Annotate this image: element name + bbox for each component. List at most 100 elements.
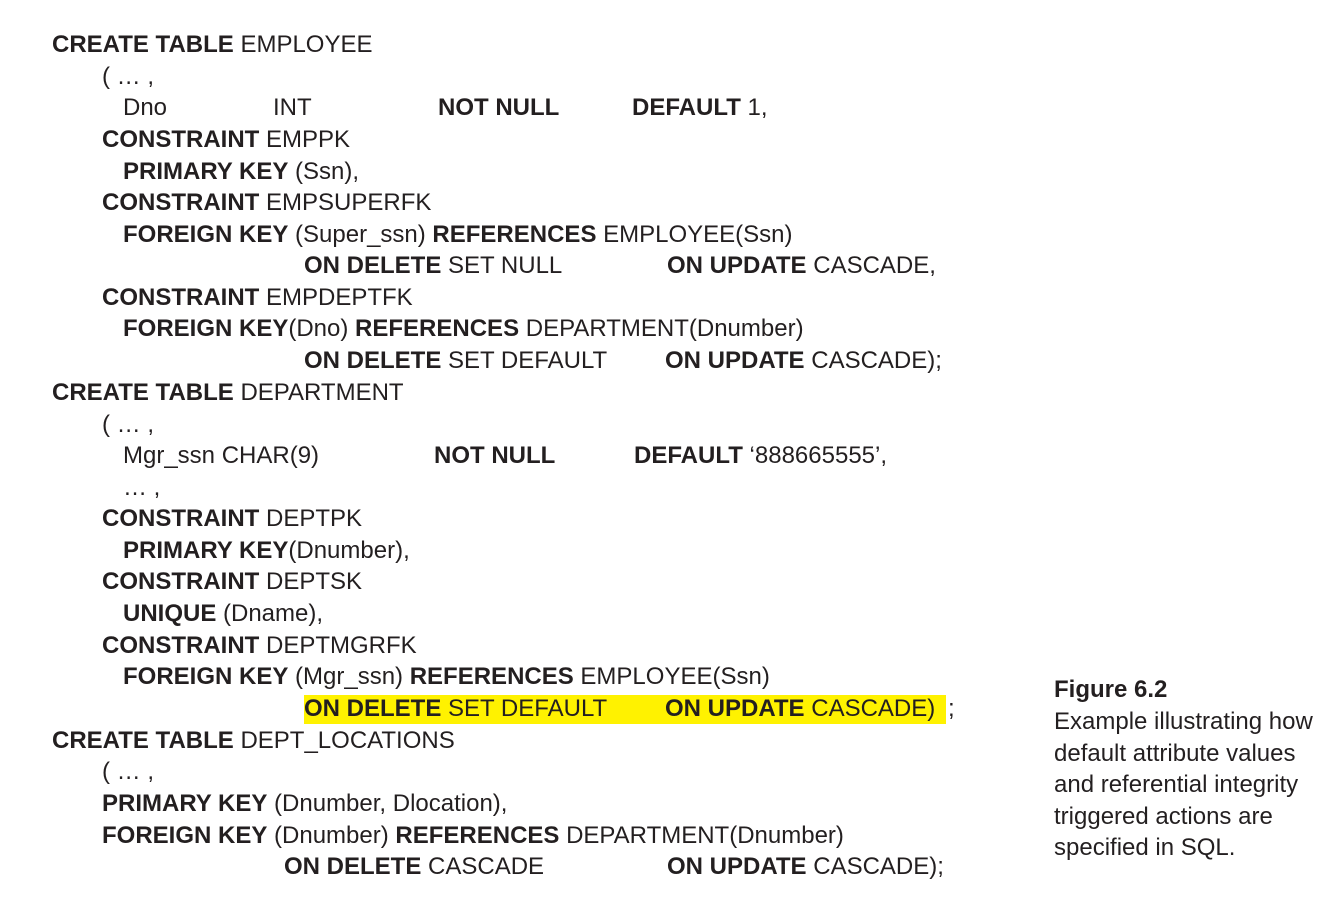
sql-keyword: CONSTRAINT [102,568,260,595]
referenced-table: DEPARTMENT(Dnumber) [519,315,804,342]
default-keyword: DEFAULT [632,94,741,121]
key-columns: (Dno) [288,315,356,342]
code-line-foreign-key-mgr-ssn: FOREIGN KEY (Mgr_ssn) REFERENCES EMPLOYE… [123,663,770,691]
sql-keyword: REFERENCES [395,822,560,849]
column-name: Dno [123,94,168,121]
referenced-table: DEPARTMENT(Dnumber) [559,822,844,849]
figure-caption: Figure 6.2 Example illustrating how defa… [1054,674,1314,864]
on-update-clause: ON UPDATE CASCADE, [667,252,936,280]
sql-keyword: CONSTRAINT [102,632,260,659]
code-line-ellipsis: ( … , [102,63,154,91]
code-line-ellipsis: ( … , [102,758,154,786]
code-line-constraint-emppk: CONSTRAINT EMPPK [102,126,350,154]
column-type: INT [273,94,312,121]
key-columns: (Mgr_ssn) [288,663,410,690]
sql-keyword: CREATE TABLE [52,379,234,406]
code-line-ellipsis: … , [123,474,160,502]
code-line-create-department: CREATE TABLE DEPARTMENT [52,379,404,407]
ellipsis-text: ( … , [102,411,154,438]
key-columns: (Dname), [216,600,324,627]
action-value: CASCADE); [804,347,942,374]
code-line-create-employee: CREATE TABLE EMPLOYEE [52,31,373,59]
constraint-name: EMPDEPTFK [259,284,413,311]
action-value: SET NULL [441,252,563,279]
sql-keyword: CONSTRAINT [102,505,260,532]
key-columns: (Ssn), [288,158,360,185]
code-line-primary-key: PRIMARY KEY(Dnumber), [123,537,410,565]
default-clause: DEFAULT ‘888665555’, [634,442,887,470]
on-update-clause: ON UPDATE CASCADE) [665,695,935,723]
on-delete-clause: ON DELETE SET DEFAULT [304,695,607,723]
code-line-create-dept-locations: CREATE TABLE DEPT_LOCATIONS [52,727,455,755]
sql-keyword: ON UPDATE [667,853,807,880]
code-line-foreign-key-dno: FOREIGN KEY(Dno) REFERENCES DEPARTMENT(D… [123,315,804,343]
figure-description: Example illustrating how default attribu… [1054,708,1313,861]
sql-keyword: PRIMARY KEY [102,790,268,817]
sql-keyword: CONSTRAINT [102,284,260,311]
sql-keyword: FOREIGN KEY [123,315,289,342]
on-update-clause: ON UPDATE CASCADE); [665,347,942,375]
code-line-primary-key: PRIMARY KEY (Dnumber, Dlocation), [102,790,507,818]
code-line-constraint-deptmgrfk: CONSTRAINT DEPTMGRFK [102,632,417,660]
referenced-table: EMPLOYEE(Ssn) [573,663,770,690]
sql-keyword: FOREIGN KEY [123,663,289,690]
sql-keyword: FOREIGN KEY [123,221,289,248]
sql-keyword: CONSTRAINT [102,126,260,153]
code-line-foreign-key-dnumber: FOREIGN KEY (Dnumber) REFERENCES DEPARTM… [102,822,844,850]
on-update-clause: ON UPDATE CASCADE); [667,853,944,881]
code-line-primary-key: PRIMARY KEY (Ssn), [123,158,359,186]
not-null-keyword: NOT NULL [438,94,560,121]
sql-keyword: PRIMARY KEY [123,537,289,564]
sql-keyword: ON DELETE [304,695,442,722]
sql-keyword: REFERENCES [355,315,520,342]
constraint-name: DEPTMGRFK [259,632,417,659]
key-columns: (Dnumber, Dlocation), [267,790,508,817]
sql-keyword: ON UPDATE [667,252,807,279]
code-line-constraint-empdeptfk: CONSTRAINT EMPDEPTFK [102,284,413,312]
sql-keyword: ON UPDATE [665,695,805,722]
sql-code-block: CREATE TABLE EMPLOYEE ( … , Dno INT NOT … [0,0,1000,898]
constraint-name: EMPSUPERFK [259,189,432,216]
on-delete-clause: ON DELETE CASCADE [284,853,544,881]
on-delete-clause: ON DELETE SET NULL [304,252,562,280]
on-delete-clause: ON DELETE SET DEFAULT [304,347,607,375]
code-line-ellipsis: ( … , [102,411,154,439]
sql-keyword: CREATE TABLE [52,31,234,58]
sql-keyword: REFERENCES [432,221,597,248]
action-value: SET DEFAULT [441,695,608,722]
default-clause: DEFAULT 1, [632,94,768,122]
table-name: EMPLOYEE [233,31,373,58]
sql-keyword: ON DELETE [304,252,442,279]
sql-keyword: FOREIGN KEY [102,822,268,849]
action-value: CASCADE [421,853,545,880]
constraint-name: DEPTPK [259,505,363,532]
key-columns: (Dnumber) [267,822,396,849]
key-columns: (Super_ssn) [288,221,433,248]
action-value: CASCADE) [804,695,936,722]
ellipsis-text: … , [123,474,161,501]
action-value: SET DEFAULT [441,347,608,374]
table-name: DEPT_LOCATIONS [233,727,455,754]
action-value: CASCADE); [806,853,944,880]
default-keyword: DEFAULT [634,442,743,469]
default-value: 1, [740,94,768,121]
figure-title: Figure 6.2 [1054,676,1168,703]
sql-keyword: CONSTRAINT [102,189,260,216]
constraint-name: DEPTSK [259,568,363,595]
table-name: DEPARTMENT [233,379,404,406]
referenced-table: EMPLOYEE(Ssn) [596,221,793,248]
code-line-foreign-key-super-ssn: FOREIGN KEY (Super_ssn) REFERENCES EMPLO… [123,221,793,249]
code-line-constraint-deptsk: CONSTRAINT DEPTSK [102,568,362,596]
constraint-name: EMPPK [259,126,351,153]
sql-keyword: CREATE TABLE [52,727,234,754]
action-value: CASCADE, [806,252,936,279]
sql-keyword: REFERENCES [409,663,574,690]
code-line-constraint-empsuperfk: CONSTRAINT EMPSUPERFK [102,189,431,217]
sql-keyword: ON DELETE [304,347,442,374]
ellipsis-text: ( … , [102,63,154,90]
sql-keyword: UNIQUE [123,600,217,627]
column-definition: Mgr_ssn CHAR(9) [123,442,320,469]
code-line-unique: UNIQUE (Dname), [123,600,323,628]
default-value: ‘888665555’, [742,442,888,469]
not-null-keyword: NOT NULL [434,442,556,469]
